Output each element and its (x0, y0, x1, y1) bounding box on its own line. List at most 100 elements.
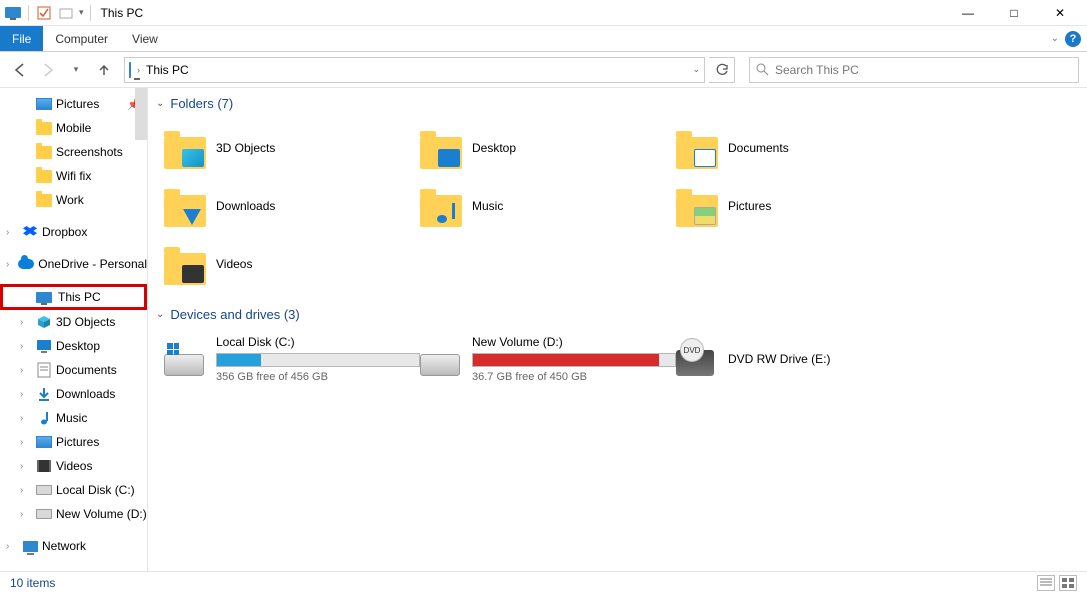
tree-item-mobile[interactable]: ›Mobile (0, 116, 147, 140)
tree-item-work[interactable]: ›Work (0, 188, 147, 212)
search-input[interactable]: Search This PC (749, 57, 1079, 83)
pic-icon (36, 434, 52, 450)
monitor-icon (36, 289, 52, 305)
section-folders-header[interactable]: ⌄ Folders (7) (156, 96, 1079, 111)
expand-chevron-icon[interactable]: › (6, 227, 18, 238)
tree-item-label: Screenshots (56, 145, 123, 159)
tab-view[interactable]: View (120, 26, 170, 51)
nav-forward-button[interactable] (36, 58, 60, 82)
tree-item-pictures[interactable]: ›Pictures📌 (0, 92, 147, 116)
expand-chevron-icon[interactable]: › (20, 485, 32, 496)
folder-name: Videos (216, 257, 252, 271)
tree-item-dropbox[interactable]: ›Dropbox (0, 220, 147, 244)
expand-chevron-icon[interactable]: › (20, 437, 32, 448)
folder-tile-documents[interactable]: Documents (676, 119, 932, 177)
refresh-button[interactable] (709, 57, 735, 83)
navigation-pane[interactable]: ›Pictures📌›Mobile›Screenshots›Wifi fix›W… (0, 88, 148, 571)
expand-chevron-icon[interactable]: › (6, 259, 14, 270)
qat-properties-icon[interactable] (35, 4, 53, 22)
folder-icon (164, 127, 206, 169)
expand-chevron-icon[interactable]: › (20, 389, 32, 400)
close-button[interactable]: ✕ (1037, 0, 1083, 26)
scrollbar-thumb[interactable] (135, 88, 147, 140)
folder-icon (36, 144, 52, 160)
breadcrumb-chevron[interactable]: › (137, 65, 140, 75)
status-text: 10 items (10, 576, 55, 590)
search-placeholder: Search This PC (775, 63, 859, 77)
free-space-text: 356 GB free of 456 GB (216, 371, 420, 383)
drive-icon (164, 354, 204, 376)
pic-icon (36, 96, 52, 112)
tree-item-this-pc[interactable]: ›This PC (0, 284, 147, 310)
address-history-chevron[interactable]: ⌄ (692, 64, 700, 75)
drive-tile-dvd-rw-drive-e-[interactable]: DVD RW Drive (E:) (676, 330, 932, 388)
expand-chevron-icon[interactable]: › (20, 461, 32, 472)
expand-chevron-icon[interactable]: › (20, 365, 32, 376)
tree-item-music[interactable]: ›Music (0, 406, 147, 430)
tree-item-label: Work (56, 193, 84, 207)
drive-tile-local-disk-c-[interactable]: Local Disk (C:)356 GB free of 456 GB (164, 330, 420, 388)
tree-item-3d-objects[interactable]: ›3D Objects (0, 310, 147, 334)
drive-name: DVD RW Drive (E:) (728, 352, 932, 366)
expand-chevron-icon[interactable]: › (20, 413, 32, 424)
tab-file[interactable]: File (0, 26, 43, 51)
free-space-text: 36.7 GB free of 450 GB (472, 371, 676, 383)
expand-chevron-icon[interactable]: › (6, 541, 18, 552)
nav-back-button[interactable] (8, 58, 32, 82)
tree-item-screenshots[interactable]: ›Screenshots (0, 140, 147, 164)
nav-up-button[interactable] (92, 58, 116, 82)
folder-name: Music (472, 199, 503, 213)
nav-recent-chevron[interactable]: ▾ (64, 58, 88, 82)
tree-item-label: OneDrive - Personal (38, 257, 147, 271)
tree-item-label: Pictures (56, 435, 99, 449)
tree-item-wifi-fix[interactable]: ›Wifi fix (0, 164, 147, 188)
section-drives-header[interactable]: ⌄ Devices and drives (3) (156, 307, 1079, 322)
folder-tile-3d-objects[interactable]: 3D Objects (164, 119, 420, 177)
tree-item-label: Wifi fix (56, 169, 91, 183)
tree-item-new-volume-d-[interactable]: ›New Volume (D:) (0, 502, 147, 526)
ribbon-collapse-chevron[interactable]: ⌄ (1051, 33, 1059, 44)
section-folders-label: Folders (7) (170, 96, 233, 111)
tree-item-label: Mobile (56, 121, 91, 135)
tree-item-pictures[interactable]: › Pictures (0, 430, 147, 454)
tree-item-desktop[interactable]: ›Desktop (0, 334, 147, 358)
folder-tile-desktop[interactable]: Desktop (420, 119, 676, 177)
tree-item-downloads[interactable]: › Downloads (0, 382, 147, 406)
folder-tile-videos[interactable]: Videos (164, 235, 420, 293)
tree-item-label: Network (42, 539, 86, 553)
qat-customize-chevron[interactable]: ▾ (79, 7, 84, 18)
down-icon (36, 386, 52, 402)
expand-chevron-icon[interactable]: › (20, 509, 32, 520)
maximize-button[interactable]: □ (991, 0, 1037, 26)
tree-item-label: Downloads (56, 387, 115, 401)
breadcrumb-text[interactable]: This PC (146, 63, 189, 77)
expand-chevron-icon[interactable]: › (20, 317, 32, 328)
view-large-icons-button[interactable] (1059, 575, 1077, 591)
film-icon (36, 458, 52, 474)
view-mode-switcher (1037, 575, 1077, 591)
qat-new-folder-icon[interactable] (57, 4, 75, 22)
drive-tile-new-volume-d-[interactable]: New Volume (D:)36.7 GB free of 450 GB (420, 330, 676, 388)
collapse-chevron-icon[interactable]: ⌄ (156, 98, 164, 109)
folder-tile-music[interactable]: Music (420, 177, 676, 235)
collapse-chevron-icon[interactable]: ⌄ (156, 309, 164, 320)
tree-item-documents[interactable]: ›Documents (0, 358, 147, 382)
view-details-button[interactable] (1037, 575, 1055, 591)
tree-item-local-disk-c-[interactable]: ›Local Disk (C:) (0, 478, 147, 502)
tree-item-onedrive-personal[interactable]: › OneDrive - Personal (0, 252, 147, 276)
content-area[interactable]: ⌄ Folders (7) 3D Objects DesktopDocuments… (148, 88, 1087, 571)
folder-tile-downloads[interactable]: Downloads (164, 177, 420, 235)
tree-item-network[interactable]: › Network (0, 534, 147, 558)
help-button[interactable]: ? (1065, 31, 1081, 47)
tree-item-videos[interactable]: ›Videos (0, 454, 147, 478)
folder-icon (676, 127, 718, 169)
address-bar[interactable]: › This PC ⌄ (124, 57, 705, 83)
folder-tile-pictures[interactable]: Pictures (676, 177, 932, 235)
folders-grid: 3D Objects DesktopDocuments Downloads Music… (164, 119, 1079, 293)
dvd-drive-icon (676, 350, 714, 376)
tab-computer[interactable]: Computer (43, 26, 120, 51)
expand-chevron-icon[interactable]: › (20, 341, 32, 352)
folder-name: 3D Objects (216, 141, 275, 155)
minimize-button[interactable]: — (945, 0, 991, 26)
folder-name: Downloads (216, 199, 275, 213)
